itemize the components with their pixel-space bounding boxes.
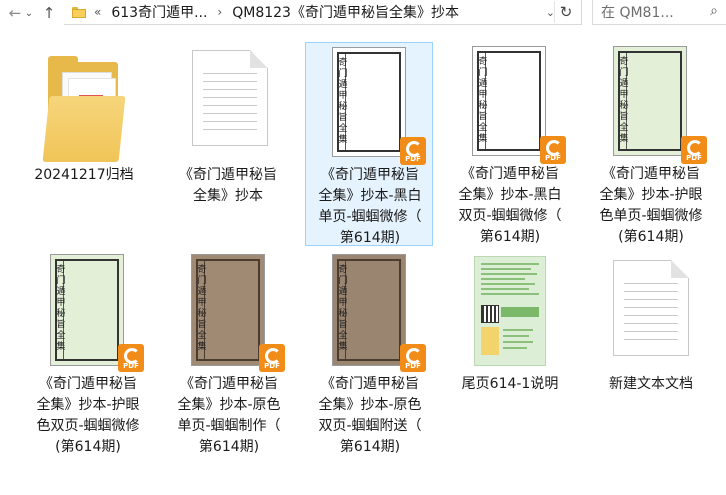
pdf-badge-icon: PDF: [400, 137, 426, 165]
address-bar[interactable]: « 613奇门遁甲... › QM8123《奇门遁甲秘旨全集》抄本 ⌄ ↻: [64, 0, 582, 25]
file-item-pdf[interactable]: 奇门遁甲秘旨全集 PDF 《奇门遁甲秘旨 全集》抄本-原色 双页-蝈蝈附送（ 第…: [306, 254, 434, 458]
pdf-badge-icon: PDF: [681, 136, 707, 164]
pdf-badge-icon: PDF: [400, 344, 426, 372]
cover-title: 奇门遁甲秘旨全集: [619, 57, 629, 144]
file-name[interactable]: 《奇门遁甲秘旨 全集》抄本-黑白 双页-蝈蝈微修（ 第614期): [446, 164, 574, 248]
file-item-text-document[interactable]: 新建文本文档: [587, 254, 715, 404]
file-item-folder[interactable]: 20241217归档: [20, 44, 148, 194]
up-arrow-icon[interactable]: ↑: [38, 2, 60, 24]
cover-title: 奇门遁甲秘旨全集: [338, 265, 348, 352]
image-thumbnail: [474, 256, 546, 366]
cover-title: 奇门遁甲秘旨全集: [56, 265, 66, 352]
recent-locations-chevron-icon[interactable]: ⌄: [22, 2, 36, 24]
pdf-badge-icon: PDF: [259, 344, 285, 372]
file-item-pdf[interactable]: 奇门遁甲秘旨全集 PDF 《奇门遁甲秘旨 全集》抄本-护眼 色单页-蝈蝈微修 (…: [587, 44, 715, 248]
file-name[interactable]: 《奇门遁甲秘旨 全集》抄本: [164, 165, 292, 207]
file-item-pdf[interactable]: 奇门遁甲秘旨全集 PDF 《奇门遁甲秘旨 全集》抄本-护眼 色双页-蝈蝈微修 (…: [24, 254, 152, 458]
file-name[interactable]: 新建文本文档: [587, 374, 715, 395]
cover-title: 奇门遁甲秘旨全集: [478, 57, 488, 144]
refresh-icon[interactable]: ↻: [554, 1, 577, 23]
pdf-badge-icon: PDF: [118, 344, 144, 372]
pdf-thumbnail: 奇门遁甲秘旨全集: [332, 254, 406, 366]
file-name[interactable]: 《奇门遁甲秘旨 全集》抄本-原色 单页-蝈蝈制作（ 第614期): [165, 374, 293, 458]
file-name[interactable]: 20241217归档: [20, 165, 148, 186]
breadcrumb-current[interactable]: QM8123《奇门遁甲秘旨全集》抄本: [232, 2, 459, 22]
cover-title: 奇门遁甲秘旨全集: [197, 265, 207, 352]
file-name[interactable]: 《奇门遁甲秘旨 全集》抄本-护眼 色单页-蝈蝈微修 (第614期): [587, 164, 715, 248]
pdf-badge-icon: PDF: [540, 136, 566, 164]
file-item-text-document[interactable]: 《奇门遁甲秘旨 全集》抄本: [164, 44, 292, 204]
search-icon[interactable]: ⌕: [710, 3, 718, 19]
pdf-thumbnail: 奇门遁甲秘旨全集: [472, 46, 546, 156]
text-document-icon: [192, 50, 268, 146]
file-name[interactable]: 《奇门遁甲秘旨 全集》抄本-黑白 单页-蝈蝈微修（ 第614期): [306, 165, 434, 249]
file-item-pdf[interactable]: 奇门遁甲秘旨全集 PDF 《奇门遁甲秘旨 全集》抄本-黑白 单页-蝈蝈微修（ 第…: [305, 42, 433, 246]
pdf-thumbnail: 奇门遁甲秘旨全集: [613, 46, 687, 156]
file-item-image[interactable]: 尾页614-1说明: [446, 254, 574, 404]
pdf-thumbnail: 奇门遁甲秘旨全集: [191, 254, 265, 366]
pdf-thumbnail: 奇门遁甲秘旨全集: [50, 254, 124, 366]
breadcrumb-separator-icon[interactable]: ›: [217, 5, 222, 19]
search-placeholder[interactable]: 在 QM81...: [601, 2, 674, 22]
overflow-chevron-icon[interactable]: «: [94, 5, 101, 19]
file-name[interactable]: 《奇门遁甲秘旨 全集》抄本-原色 双页-蝈蝈附送（ 第614期): [306, 374, 434, 458]
breadcrumb-parent[interactable]: 613奇门遁甲...: [111, 2, 207, 22]
cover-title: 奇门遁甲秘旨全集: [338, 58, 348, 145]
pdf-thumbnail: 奇门遁甲秘旨全集: [332, 47, 406, 157]
file-item-pdf[interactable]: 奇门遁甲秘旨全集 PDF 《奇门遁甲秘旨 全集》抄本-黑白 双页-蝈蝈微修（ 第…: [446, 44, 574, 248]
address-toolbar: ← ⌄ ↑ « 613奇门遁甲... › QM8123《奇门遁甲秘旨全集》抄本 …: [0, 0, 726, 26]
folder-icon: [72, 6, 86, 18]
text-document-icon: [613, 260, 689, 356]
search-box[interactable]: 在 QM81... ⌕: [592, 0, 726, 25]
file-name[interactable]: 《奇门遁甲秘旨 全集》抄本-护眼 色双页-蝈蝈微修 (第614期): [24, 374, 152, 458]
file-item-pdf[interactable]: 奇门遁甲秘旨全集 PDF 《奇门遁甲秘旨 全集》抄本-原色 单页-蝈蝈制作（ 第…: [165, 254, 293, 458]
file-name[interactable]: 尾页614-1说明: [446, 374, 574, 395]
